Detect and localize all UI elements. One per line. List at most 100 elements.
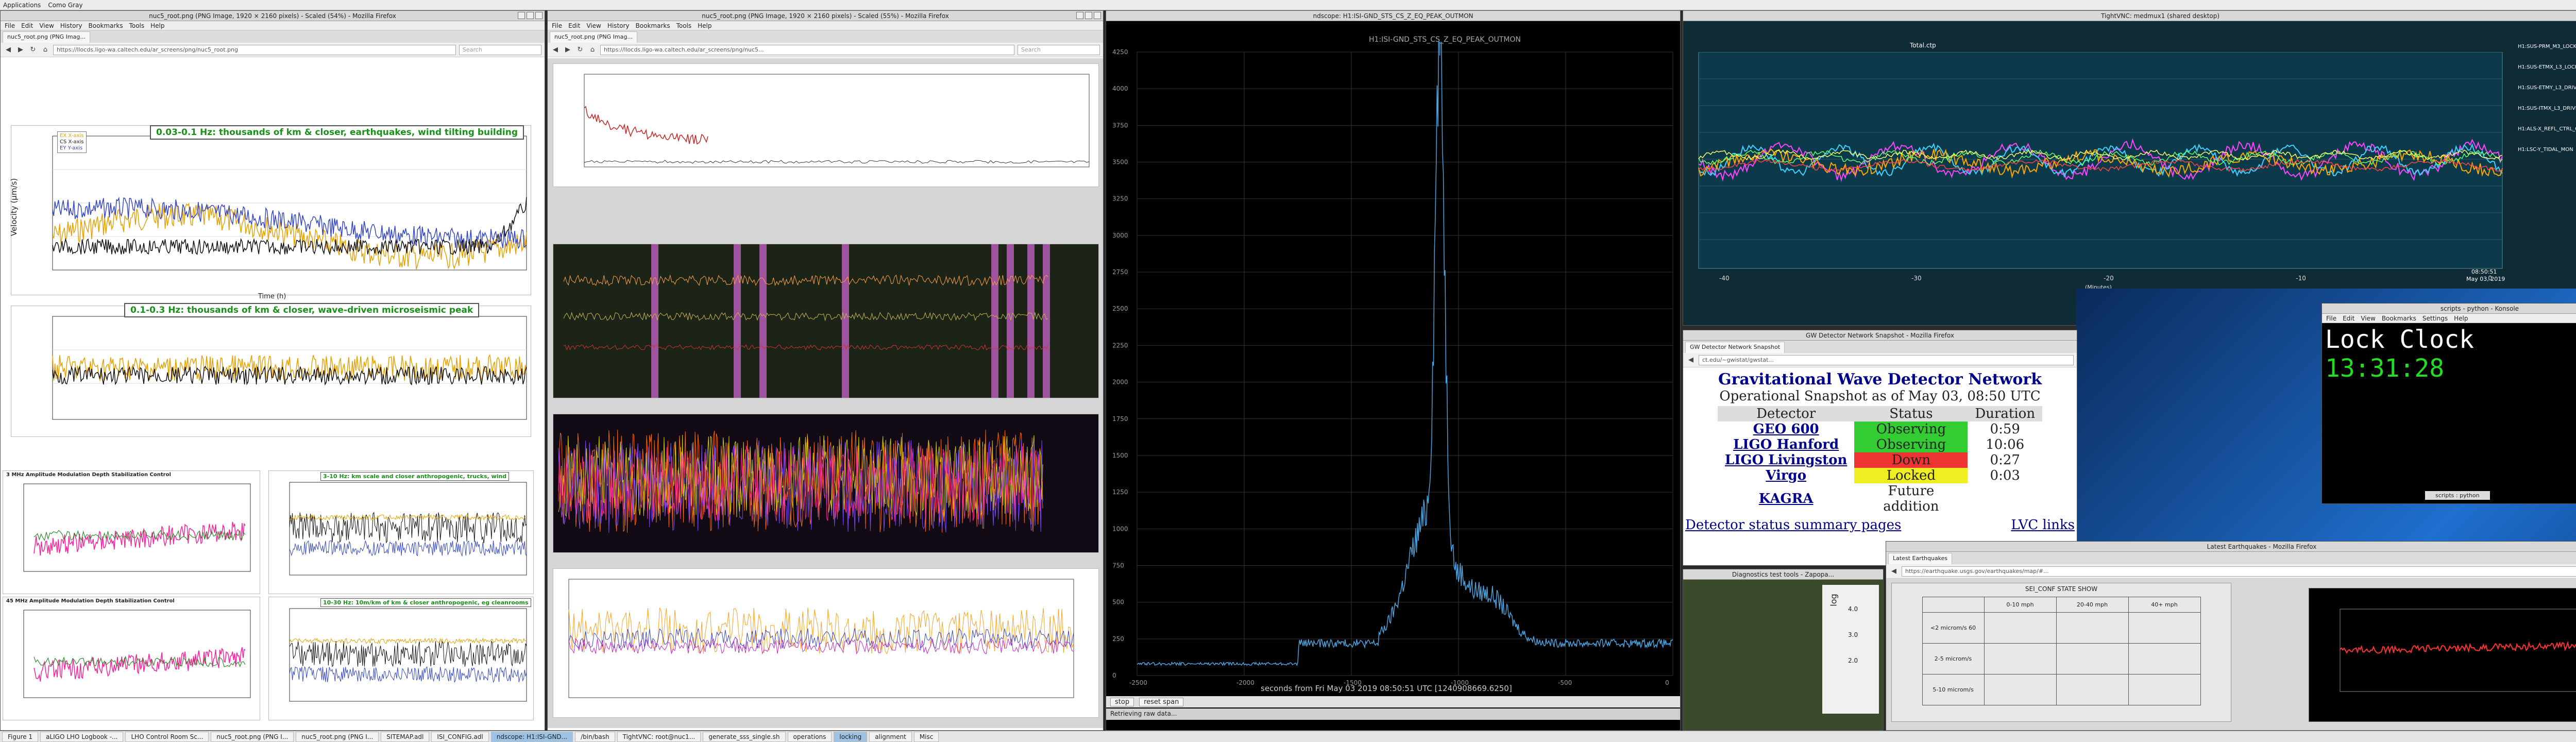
menu-settings[interactable]: Settings xyxy=(2422,315,2448,322)
browser-tab[interactable]: nuc5_root.png (PNG Imag... xyxy=(550,31,637,43)
url-field[interactable]: https://llocds.ligo-wa.caltech.edu/ar_sc… xyxy=(53,44,456,55)
detector-link[interactable]: LIGO Livingston xyxy=(1725,452,1847,468)
sei-cell: 40+ mph xyxy=(2128,597,2201,613)
menu-view[interactable]: View xyxy=(586,22,601,29)
workspace-misc[interactable]: Misc xyxy=(913,731,939,742)
detector-link[interactable]: KAGRA xyxy=(1759,491,1814,507)
workspace-locking[interactable]: locking xyxy=(834,731,868,742)
url-field[interactable]: ct.edu/~gwistat/gwstat... xyxy=(1699,355,2074,365)
maximize-icon[interactable] xyxy=(527,12,534,19)
detector-link[interactable]: Virgo xyxy=(1766,468,1806,483)
task-generate-sss[interactable]: generate_sss_single.sh xyxy=(703,731,786,742)
close-icon[interactable] xyxy=(1094,12,1101,19)
window-title-bar[interactable]: Diagnostics test tools - Zapopa... xyxy=(1683,569,1883,580)
menu-file[interactable]: File xyxy=(552,22,562,29)
menu-file[interactable]: File xyxy=(5,22,15,29)
reset-span-button[interactable]: reset span xyxy=(1139,697,1184,706)
places-menu[interactable]: Como Gray xyxy=(48,2,82,9)
menu-bookmarks[interactable]: Bookmarks xyxy=(636,22,670,29)
menu-history[interactable]: History xyxy=(60,22,82,29)
back-icon[interactable]: ◀ xyxy=(4,45,13,55)
ts2-svg xyxy=(558,430,1043,533)
workspace-operations[interactable]: operations xyxy=(787,731,832,742)
window-title-bar[interactable]: Latest Earthquakes - Mozilla Firefox xyxy=(1886,542,2576,552)
maximize-icon[interactable] xyxy=(1085,12,1092,19)
close-icon[interactable] xyxy=(535,12,543,19)
task-ndscope[interactable]: ndscope: H1:ISI-GND... xyxy=(490,731,573,742)
y-tick-label: 3500 xyxy=(1112,159,1128,166)
menu-help[interactable]: Help xyxy=(150,22,164,29)
reload-icon[interactable]: ↻ xyxy=(28,45,38,55)
minimize-icon[interactable] xyxy=(1076,12,1083,19)
window-title-bar[interactable]: scripts - python - Konsole xyxy=(2322,303,2576,314)
detector-link[interactable]: GEO 600 xyxy=(1753,421,1819,437)
status-summary-link[interactable]: Detector status summary pages xyxy=(1685,517,1901,533)
browser-tab[interactable]: nuc5_root.png (PNG Imag... xyxy=(3,31,90,43)
task-nuc5-1[interactable]: nuc5_root.png (PNG I... xyxy=(211,731,294,742)
konsole-tab[interactable]: scripts : python xyxy=(2425,491,2490,500)
window-title-bar[interactable]: nuc5_root.png (PNG Image, 1920 × 2160 pi… xyxy=(548,11,1103,21)
window-title-bar[interactable]: ndscope: H1:ISI-GND_STS_CS_Z_EQ_PEAK_OUT… xyxy=(1106,11,1680,21)
menu-help[interactable]: Help xyxy=(2454,315,2468,322)
vnc-xtick: -10 xyxy=(2296,275,2306,282)
back-icon[interactable]: ◀ xyxy=(551,45,560,55)
menu-view[interactable]: View xyxy=(39,22,54,29)
menu-file[interactable]: File xyxy=(2326,315,2336,322)
menu-history[interactable]: History xyxy=(607,22,630,29)
home-icon[interactable]: ⌂ xyxy=(41,45,50,55)
workspace-alignment[interactable]: alignment xyxy=(869,731,912,742)
ndscope-controls: stop reset span xyxy=(1106,696,1680,707)
col-status: Status xyxy=(1889,406,1933,421)
window-title-bar[interactable]: nuc5_root.png (PNG Image, 1920 × 2160 pi… xyxy=(1,11,545,21)
timeseries-panel-2 xyxy=(553,414,1099,553)
menu-help[interactable]: Help xyxy=(698,22,711,29)
window-title: nuc5_root.png (PNG Image, 1920 × 2160 pi… xyxy=(149,12,396,20)
url-field[interactable]: https://llocds.ligo-wa.caltech.edu/ar_sc… xyxy=(600,44,1014,55)
forward-icon[interactable]: ▶ xyxy=(16,45,25,55)
task-nuc5-2[interactable]: nuc5_root.png (PNG I... xyxy=(296,731,379,742)
task-logbook[interactable]: aLIGO LHO Logbook -... xyxy=(40,731,124,742)
menu-edit[interactable]: Edit xyxy=(2343,315,2354,322)
search-field[interactable]: Search xyxy=(1018,44,1100,55)
sei-cell: 2-5 microm/s xyxy=(1922,643,1985,674)
menu-tools[interactable]: Tools xyxy=(129,22,145,29)
vnc-channel-list: H1:SUS-PRM_M3_LOCK_L_OUTMON H1:SUS-ETMX_… xyxy=(2518,37,2576,160)
hf-plot-2-title: 10-30 Hz: 10m/km of km & closer anthropo… xyxy=(320,598,531,607)
menu-bookmarks[interactable]: Bookmarks xyxy=(2382,315,2416,322)
home-icon[interactable]: ⌂ xyxy=(588,45,597,55)
window-title-bar[interactable]: TightVNC: medmux1 (shared desktop) xyxy=(1683,11,2576,21)
stop-button[interactable]: stop xyxy=(1110,697,1134,706)
menu-view[interactable]: View xyxy=(2361,315,2375,322)
diag-ytick: 2.0 xyxy=(1848,657,1858,664)
minimize-icon[interactable] xyxy=(518,12,525,19)
window-title-bar[interactable]: GW Detector Network Snapshot - Mozilla F… xyxy=(1683,330,2077,341)
am-plot-1-svg xyxy=(23,483,251,572)
task-tightvnc[interactable]: TightVNC: root@nuc1... xyxy=(617,731,701,742)
search-field[interactable]: Search xyxy=(459,44,541,55)
back-icon[interactable]: ◀ xyxy=(1686,356,1696,365)
url-field[interactable]: https://earthquake.usgs.gov/earthquakes/… xyxy=(1902,566,2576,577)
lock-loss-band xyxy=(759,244,767,398)
applications-menu[interactable]: Applications xyxy=(3,2,41,9)
menu-edit[interactable]: Edit xyxy=(21,22,33,29)
browser-tab[interactable]: GW Detector Network Snapshot xyxy=(1685,342,1785,353)
menu-edit[interactable]: Edit xyxy=(568,22,580,29)
task-bash[interactable]: /bin/bash xyxy=(575,731,615,742)
task-isi-config[interactable]: ISI_CONFIG.adl xyxy=(431,731,489,742)
hf-plot-2-svg xyxy=(289,608,527,702)
forward-icon[interactable]: ▶ xyxy=(563,45,572,55)
task-control-room[interactable]: LHO Control Room Sc... xyxy=(125,731,209,742)
browser-tab[interactable]: Latest Earthquakes xyxy=(1888,553,1953,564)
png-image xyxy=(548,58,1103,728)
window-title: scripts - python - Konsole xyxy=(2440,305,2519,312)
back-icon[interactable]: ◀ xyxy=(1889,567,1899,576)
task-sitemap[interactable]: SITEMAP.adl xyxy=(381,731,430,742)
menu-tools[interactable]: Tools xyxy=(676,22,692,29)
menu-bookmarks[interactable]: Bookmarks xyxy=(89,22,123,29)
ndscope-plot[interactable]: 4250400037503500325030002750250022502000… xyxy=(1106,42,1681,712)
detector-link[interactable]: LIGO Hanford xyxy=(1733,437,1839,452)
lvc-links-link[interactable]: LVC links xyxy=(2011,517,2075,533)
task-figure1[interactable]: Figure 1 xyxy=(2,731,39,742)
reload-icon[interactable]: ↻ xyxy=(575,45,585,55)
duration-cell: 0:27 xyxy=(1990,452,2020,468)
